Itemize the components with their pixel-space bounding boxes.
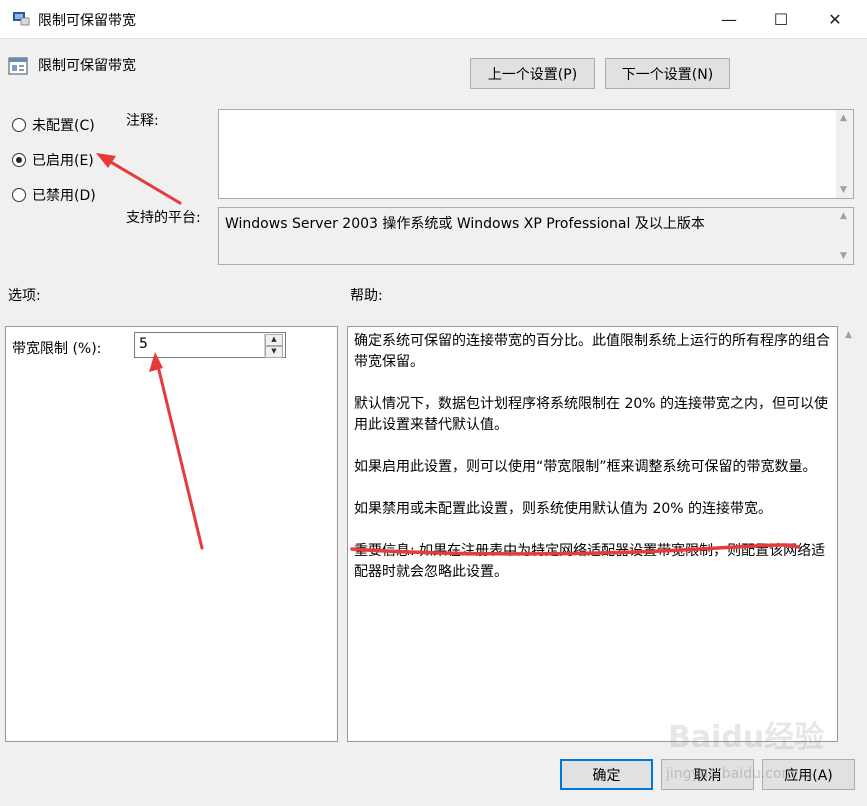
- window-title: 限制可保留带宽: [38, 13, 136, 29]
- help-paragraph: 重要信息: 如果在注册表中为特定网络适配器设置带宽限制，则配置该网络适配器时就会…: [354, 543, 826, 580]
- scroll-down-icon[interactable]: ▼: [840, 251, 847, 261]
- help-paragraph: 默认情况下，数据包计划程序将系统限制在 20% 的连接带宽之内，但可以使用此设置…: [354, 396, 829, 433]
- supported-platform-box: Windows Server 2003 操作系统或 Windows XP Pro…: [218, 207, 854, 265]
- radio-label: 已启用(E): [32, 153, 94, 169]
- radio-disabled[interactable]: 已禁用(D): [12, 185, 96, 205]
- previous-setting-button[interactable]: 上一个设置(P): [470, 58, 595, 89]
- spin-up-icon[interactable]: ▲: [265, 334, 283, 346]
- comment-label: 注释:: [126, 113, 159, 129]
- comment-textarea[interactable]: ▲ ▼: [218, 109, 854, 199]
- help-paragraph: 如果禁用或未配置此设置，则系统使用默认值为 20% 的连接带宽。: [354, 501, 773, 517]
- supported-platform-text: Windows Server 2003 操作系统或 Windows XP Pro…: [225, 216, 705, 232]
- supported-platform-label: 支持的平台:: [126, 210, 201, 226]
- close-icon: ✕: [828, 9, 842, 29]
- help-text-panel: 确定系统可保留的连接带宽的百分比。此值限制系统上运行的所有程序的组合带宽保留。 …: [347, 326, 838, 742]
- scroll-up-icon[interactable]: ▲: [840, 113, 847, 123]
- options-label: 选项:: [8, 288, 41, 304]
- radio-selected-dot: [16, 157, 22, 163]
- platform-scrollbar[interactable]: ▲ ▼: [836, 208, 853, 264]
- maximize-button[interactable]: ☐: [758, 0, 804, 38]
- close-button[interactable]: ✕: [812, 0, 858, 38]
- bandwidth-limit-label: 带宽限制 (%):: [12, 341, 102, 357]
- radio-circle[interactable]: [12, 188, 26, 202]
- help-paragraph: 确定系统可保留的连接带宽的百分比。此值限制系统上运行的所有程序的组合带宽保留。: [354, 333, 830, 370]
- watermark-logo: Baidu经验: [668, 720, 825, 755]
- help-label: 帮助:: [350, 288, 383, 304]
- scroll-up-icon[interactable]: ▲: [840, 211, 847, 221]
- spin-down-icon[interactable]: ▼: [265, 346, 283, 358]
- radio-circle[interactable]: [12, 153, 26, 167]
- policy-app-icon: [13, 12, 30, 26]
- minimize-button[interactable]: —: [706, 0, 752, 38]
- comment-scrollbar[interactable]: ▲ ▼: [836, 110, 853, 198]
- annotation-arrow-icon: [96, 153, 182, 205]
- radio-label: 已禁用(D): [32, 188, 96, 204]
- radio-circle[interactable]: [12, 118, 26, 132]
- watermark-url: jingyan.baidu.com: [666, 766, 796, 782]
- scroll-down-icon[interactable]: ▼: [840, 185, 847, 195]
- bandwidth-spinner[interactable]: ▲ ▼: [264, 334, 283, 358]
- radio-not-configured[interactable]: 未配置(C): [12, 115, 95, 135]
- options-panel: [5, 326, 338, 742]
- help-paragraph: 如果启用此设置，则可以使用“带宽限制”框来调整系统可保留的带宽数量。: [354, 459, 817, 475]
- policy-name: 限制可保留带宽: [38, 58, 136, 74]
- radio-label: 未配置(C): [32, 118, 95, 134]
- ok-button[interactable]: 确定: [560, 759, 653, 790]
- policy-setting-icon: [8, 57, 28, 75]
- next-setting-button[interactable]: 下一个设置(N): [605, 58, 730, 89]
- help-scrollbar[interactable]: ▲: [841, 326, 858, 742]
- minimize-icon: —: [721, 9, 737, 29]
- maximize-icon: ☐: [773, 9, 789, 29]
- scroll-up-icon[interactable]: ▲: [845, 330, 852, 340]
- radio-enabled[interactable]: 已启用(E): [12, 150, 94, 170]
